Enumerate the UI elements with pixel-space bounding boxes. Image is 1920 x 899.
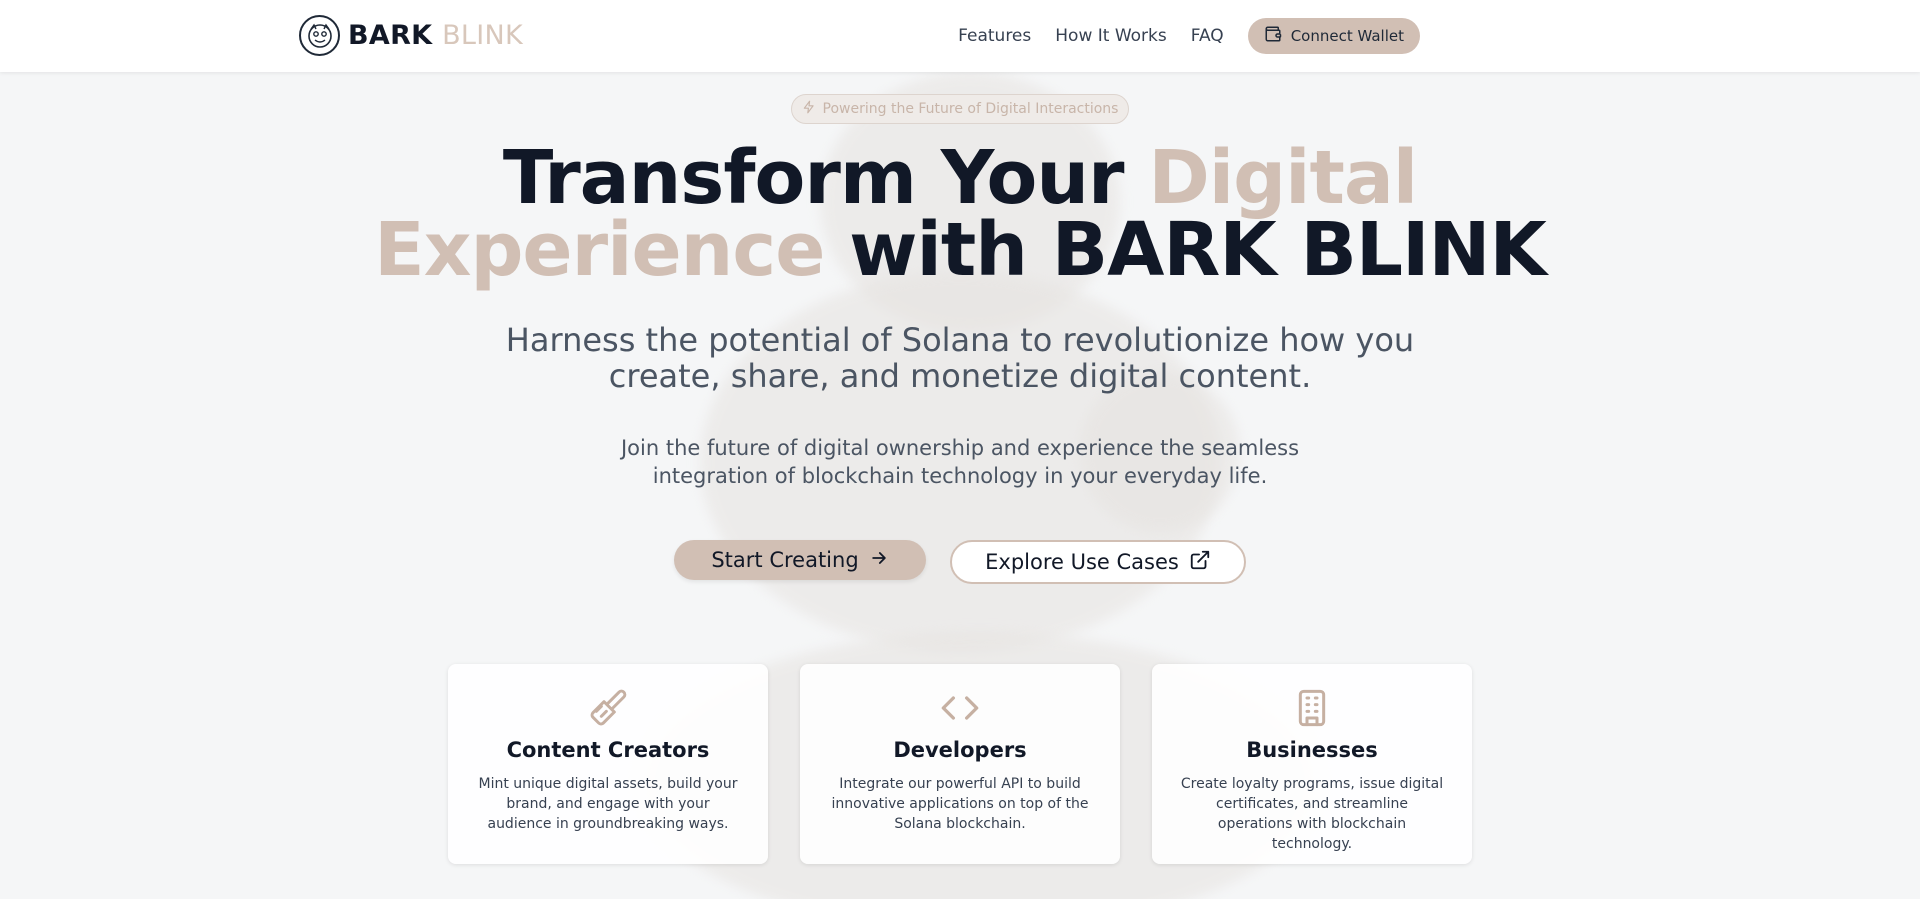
- start-creating-button[interactable]: Start Creating: [674, 540, 926, 580]
- arrow-right-icon: [869, 548, 889, 573]
- hero-subtitle: Harness the potential of Solana to revol…: [505, 321, 1415, 395]
- audience-cards: Content Creators Mint unique digital ass…: [448, 664, 1472, 864]
- connect-wallet-button[interactable]: Connect Wallet: [1247, 18, 1420, 54]
- hero-badge: Powering the Future of Digital Interacti…: [791, 94, 1129, 124]
- card-description: Integrate our powerful API to build inno…: [831, 776, 1089, 832]
- lightning-icon: [802, 100, 816, 118]
- nav-link-faq[interactable]: FAQ: [1191, 26, 1224, 46]
- start-creating-label: Start Creating: [711, 548, 859, 572]
- explore-use-cases-label: Explore Use Cases: [985, 550, 1179, 574]
- card-title: Businesses: [1246, 738, 1378, 762]
- card-description: Mint unique digital assets, build your b…: [478, 776, 738, 832]
- building-icon: [1152, 688, 1472, 728]
- code-icon: [800, 688, 1120, 728]
- hero-section: Powering the Future of Digital Interacti…: [0, 72, 1920, 899]
- card-title: Developers: [893, 738, 1027, 762]
- nav-link-features[interactable]: Features: [958, 26, 1031, 46]
- external-link-icon: [1189, 549, 1211, 576]
- connect-wallet-label: Connect Wallet: [1290, 27, 1404, 45]
- brand-name-primary: BARK: [348, 20, 433, 51]
- hero-title-part2: with BARK BLINK: [824, 207, 1547, 293]
- dog-logo-icon: [299, 15, 340, 56]
- paintbrush-icon: [448, 688, 768, 728]
- explore-use-cases-button[interactable]: Explore Use Cases: [950, 540, 1246, 584]
- card-title: Content Creators: [506, 738, 710, 762]
- card-businesses: Businesses Create loyalty programs, issu…: [1152, 664, 1472, 864]
- hero-lead: Join the future of digital ownership and…: [620, 436, 1300, 488]
- wallet-icon: [1264, 25, 1282, 47]
- main-nav: Features How It Works FAQ Connect Wallet: [958, 18, 1420, 54]
- brand-name-secondary: BLINK: [442, 20, 524, 51]
- card-content-creators: Content Creators Mint unique digital ass…: [448, 664, 768, 864]
- nav-link-how-it-works[interactable]: How It Works: [1055, 26, 1166, 46]
- brand-logo[interactable]: BARK BLINK: [299, 15, 523, 56]
- card-description: Create loyalty programs, issue digital c…: [1180, 776, 1444, 852]
- hero-badge-text: Powering the Future of Digital Interacti…: [822, 101, 1119, 117]
- hero-title: Transform Your Digital Experience with B…: [360, 141, 1560, 287]
- card-developers: Developers Integrate our powerful API to…: [800, 664, 1120, 864]
- top-navbar: BARK BLINK Features How It Works FAQ Con…: [0, 0, 1920, 72]
- brand-name: BARK BLINK: [348, 20, 523, 51]
